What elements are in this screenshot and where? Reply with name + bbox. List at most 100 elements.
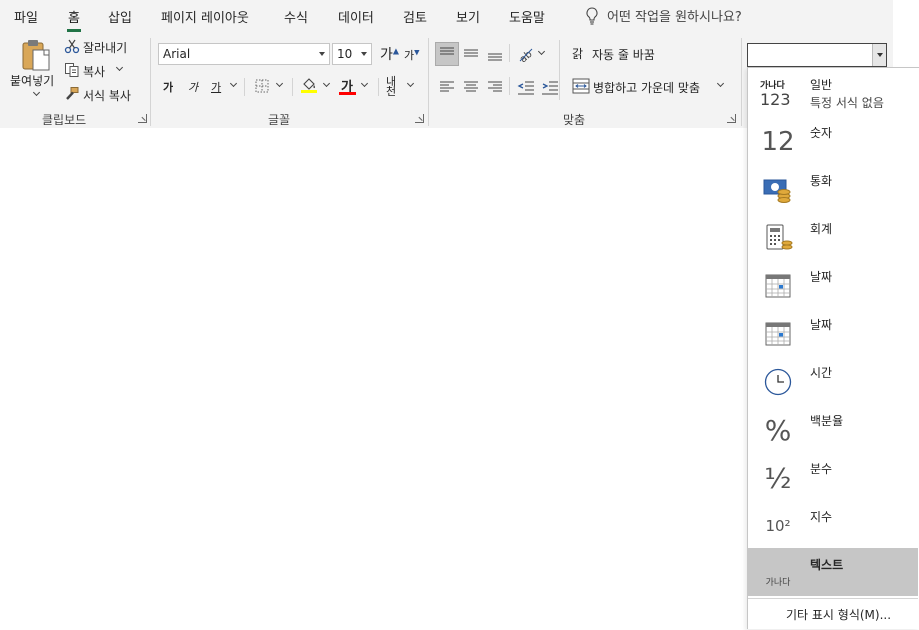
percent-icon: % bbox=[760, 412, 796, 448]
format-item-fraction[interactable]: ½ 분수 bbox=[748, 452, 918, 500]
format-painter-icon bbox=[66, 87, 79, 100]
tab-home[interactable]: 홈 bbox=[67, 7, 81, 32]
tab-review[interactable]: 검토 bbox=[403, 7, 427, 26]
font-size-value: 10 bbox=[337, 47, 353, 61]
orientation-icon[interactable]: ab bbox=[516, 44, 536, 64]
fill-color-icon[interactable] bbox=[300, 76, 318, 94]
middle-align-icon[interactable] bbox=[461, 44, 481, 64]
underline-dropdown[interactable] bbox=[227, 77, 238, 91]
tab-data[interactable]: 데이터 bbox=[338, 7, 374, 26]
font-launcher-icon[interactable] bbox=[415, 114, 424, 123]
paste-icon[interactable] bbox=[20, 38, 54, 72]
clock-icon bbox=[760, 364, 796, 400]
format-item-text[interactable]: 가나다 텍스트 bbox=[748, 548, 918, 596]
ribbon-tabs: 파일 홈 삽입 페이지 레이아웃 수식 데이터 검토 보기 도움말 어떤 작업을… bbox=[0, 0, 893, 32]
format-label: 회계 bbox=[810, 222, 833, 236]
format-sub: 특정 서식 없음 bbox=[810, 96, 884, 110]
font-group-label: 글꼴 bbox=[268, 113, 291, 127]
general-format-glyph-top: 가나다 bbox=[760, 80, 785, 91]
font-separator-3 bbox=[378, 78, 379, 96]
text-format-icon: 가나다 bbox=[760, 556, 796, 592]
lightbulb-icon bbox=[586, 6, 598, 25]
format-item-short-date[interactable]: 날짜 bbox=[748, 260, 918, 308]
align-right-icon[interactable] bbox=[485, 77, 505, 97]
tab-file[interactable]: 파일 bbox=[14, 7, 38, 26]
align-separator-3 bbox=[509, 77, 510, 95]
merge-center-button[interactable]: 병합하고 가운데 맞춤 bbox=[593, 79, 700, 96]
font-separator bbox=[244, 78, 245, 96]
tell-me-box[interactable]: 어떤 작업을 원하시나요? bbox=[585, 6, 742, 25]
clipboard-launcher-icon[interactable] bbox=[138, 114, 147, 123]
shrink-font-button[interactable]: 가▼ bbox=[404, 47, 420, 63]
format-label: 분수 bbox=[810, 462, 833, 476]
copy-button[interactable]: 복사 bbox=[83, 63, 105, 80]
calculator-svg bbox=[766, 224, 793, 250]
number-format-glyph: 12 bbox=[761, 127, 795, 157]
decrease-indent-icon[interactable] bbox=[516, 77, 536, 97]
format-item-scientific[interactable]: 10² 지수 bbox=[748, 500, 918, 548]
format-item-percentage[interactable]: % 백분율 bbox=[748, 404, 918, 452]
font-name-combo[interactable]: Arial bbox=[158, 43, 330, 65]
calendar-svg bbox=[765, 322, 791, 346]
group-separator bbox=[150, 38, 151, 126]
fill-color-dropdown[interactable] bbox=[320, 77, 331, 91]
cut-button[interactable]: 잘라내기 bbox=[83, 39, 127, 56]
tab-insert[interactable]: 삽입 bbox=[108, 7, 132, 26]
shrink-font-glyph: 가 bbox=[404, 49, 415, 62]
general-format-glyph: 123 bbox=[760, 89, 791, 109]
format-item-time[interactable]: 시간 bbox=[748, 356, 918, 404]
borders-dropdown[interactable] bbox=[273, 77, 284, 91]
borders-icon[interactable] bbox=[255, 79, 269, 93]
paste-dropdown[interactable] bbox=[30, 86, 41, 100]
font-name-dropdown-icon[interactable] bbox=[319, 52, 325, 56]
underline-button[interactable]: 가 bbox=[211, 79, 221, 95]
font-size-dropdown-icon[interactable] bbox=[361, 52, 367, 56]
group-separator-2 bbox=[428, 38, 429, 126]
calendar-icon bbox=[760, 316, 796, 352]
scientific-icon: 10² bbox=[760, 508, 796, 544]
font-size-combo[interactable]: 10 bbox=[332, 43, 372, 65]
font-color-dropdown[interactable] bbox=[358, 77, 369, 91]
top-align-icon bbox=[440, 47, 454, 55]
bold-button[interactable]: 가 bbox=[163, 79, 173, 95]
tell-me-text: 어떤 작업을 원하시나요? bbox=[607, 10, 742, 25]
text-format-glyph: 가나다 bbox=[765, 578, 791, 588]
merge-center-icon bbox=[572, 78, 590, 94]
copy-icon bbox=[65, 63, 79, 77]
format-item-general[interactable]: 가나다 123 일반 특정 서식 없음 bbox=[748, 68, 918, 116]
general-format-icon: 가나다 123 bbox=[760, 76, 796, 112]
number-format-combo[interactable] bbox=[747, 43, 887, 67]
top-align-button[interactable] bbox=[435, 42, 459, 66]
format-label: 텍스트 bbox=[810, 558, 844, 572]
bottom-align-icon[interactable] bbox=[485, 44, 505, 64]
format-label: 날짜 bbox=[810, 318, 833, 332]
merge-center-dropdown[interactable] bbox=[714, 77, 725, 91]
wrap-text-button[interactable]: 자동 줄 바꿈 bbox=[592, 46, 655, 63]
format-item-long-date[interactable]: 날짜 bbox=[748, 308, 918, 356]
phonetic-dropdown[interactable] bbox=[404, 77, 415, 91]
format-label: 숫자 bbox=[810, 126, 833, 140]
align-left-icon[interactable] bbox=[437, 77, 457, 97]
tab-formulas[interactable]: 수식 bbox=[284, 7, 308, 26]
italic-button[interactable]: 가 bbox=[188, 79, 198, 95]
number-format-dropdown-icon[interactable] bbox=[872, 44, 886, 66]
phonetic-button[interactable]: 내천 bbox=[386, 76, 400, 97]
increase-indent-icon[interactable] bbox=[540, 77, 560, 97]
clock-svg bbox=[764, 368, 792, 396]
more-number-formats[interactable]: 기타 표시 형식(M)... bbox=[748, 598, 918, 630]
svg-text:ab: ab bbox=[518, 49, 535, 64]
tab-page-layout[interactable]: 페이지 레이아웃 bbox=[161, 7, 249, 26]
orientation-dropdown[interactable] bbox=[535, 45, 546, 59]
group-separator-3 bbox=[741, 38, 742, 126]
format-item-number[interactable]: 12 숫자 bbox=[748, 116, 918, 164]
grow-font-button[interactable]: 가▲ bbox=[380, 44, 399, 64]
format-painter-button[interactable]: 서식 복사 bbox=[83, 87, 131, 104]
format-item-currency[interactable]: 통화 bbox=[748, 164, 918, 212]
format-item-accounting[interactable]: 회계 bbox=[748, 212, 918, 260]
format-label: 지수 bbox=[810, 510, 833, 524]
tab-help[interactable]: 도움말 bbox=[509, 7, 545, 26]
copy-dropdown[interactable] bbox=[113, 61, 124, 75]
align-center-icon[interactable] bbox=[461, 77, 481, 97]
alignment-launcher-icon[interactable] bbox=[727, 114, 736, 123]
tab-view[interactable]: 보기 bbox=[456, 7, 480, 26]
